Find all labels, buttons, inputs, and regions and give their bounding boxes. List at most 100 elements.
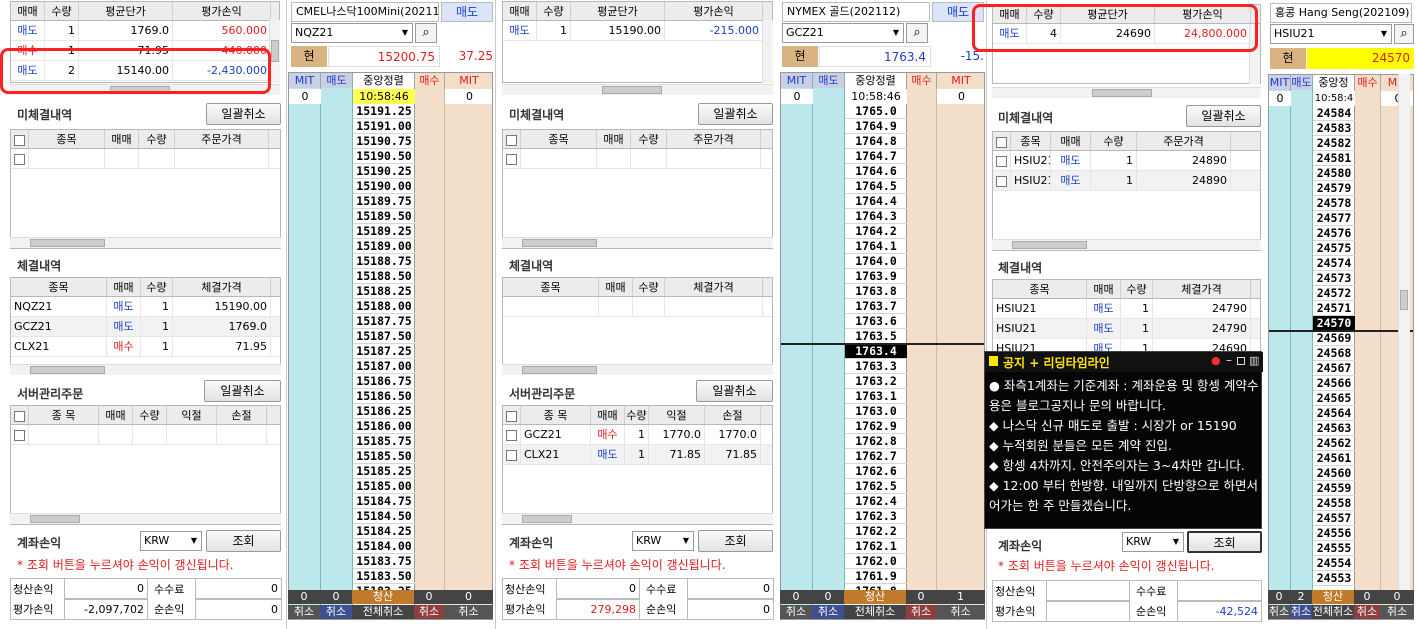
fills-hscrollbar[interactable] xyxy=(10,364,281,375)
select-all-checkbox[interactable] xyxy=(11,406,29,424)
price-level[interactable]: 1763.1 xyxy=(845,389,907,404)
price-level[interactable]: 24562 xyxy=(1313,436,1355,451)
price-level[interactable]: 24584 xyxy=(1313,106,1355,121)
price-level[interactable]: 15188.00 xyxy=(353,299,415,314)
price-level[interactable]: 15186.50 xyxy=(353,389,415,404)
price-level[interactable]: 15188.50 xyxy=(353,269,415,284)
price-level[interactable]: 24558 xyxy=(1313,496,1355,511)
price-level[interactable]: 15186.75 xyxy=(353,374,415,389)
price-level[interactable]: 15185.75 xyxy=(353,434,415,449)
price-level[interactable]: 1763.2 xyxy=(845,374,907,389)
price-level[interactable]: 15189.50 xyxy=(353,209,415,224)
select-all-checkbox[interactable] xyxy=(11,130,29,148)
cancel-button[interactable]: 취소 xyxy=(1380,605,1414,619)
currency-select[interactable]: KRW ▼ xyxy=(632,531,694,551)
price-level[interactable]: 1761.9 xyxy=(845,569,907,584)
price-level[interactable]: 15185.50 xyxy=(353,449,415,464)
fills-hscrollbar[interactable] xyxy=(502,364,773,375)
price-level[interactable]: 15187.00 xyxy=(353,359,415,374)
header-center[interactable]: 중앙정 xyxy=(1313,75,1355,90)
cancel-button[interactable]: 취소 xyxy=(1290,605,1312,619)
price-level[interactable]: 15183.75 xyxy=(353,554,415,569)
row-checkbox[interactable] xyxy=(503,149,521,168)
sell-tab[interactable]: 매도 xyxy=(441,2,493,22)
price-level[interactable]: 1762.0 xyxy=(845,554,907,569)
cancel-all-button[interactable]: 일괄취소 xyxy=(206,103,281,125)
select-all-checkbox[interactable] xyxy=(993,132,1011,150)
mic-icon[interactable]: ● xyxy=(1211,354,1221,367)
symbol-select[interactable]: NQZ21 ▼ xyxy=(291,23,413,43)
price-level[interactable]: 15185.00 xyxy=(353,479,415,494)
cancel-all-orders-button[interactable]: 전체취소 xyxy=(844,605,906,619)
price-level[interactable]: 24559 xyxy=(1313,481,1355,496)
price-level[interactable]: 15184.75 xyxy=(353,494,415,509)
trash-icon[interactable]: ▥ xyxy=(1249,354,1259,367)
price-level[interactable]: 15184.50 xyxy=(353,509,415,524)
row-checkbox[interactable] xyxy=(503,425,521,444)
cancel-button[interactable]: 취소 xyxy=(812,605,844,619)
price-level[interactable]: 15186.25 xyxy=(353,404,415,419)
price-level[interactable]: 15188.25 xyxy=(353,284,415,299)
price-level[interactable]: 15186.00 xyxy=(353,419,415,434)
price-level[interactable]: 24566 xyxy=(1313,376,1355,391)
liquidate-button[interactable]: 청산 xyxy=(1312,590,1354,604)
select-all-checkbox[interactable] xyxy=(503,406,521,424)
price-level[interactable]: 24555 xyxy=(1313,541,1355,556)
price-level[interactable]: 1762.5 xyxy=(845,479,907,494)
search-icon[interactable]: ⌕ xyxy=(415,23,437,43)
price-level[interactable]: 24582 xyxy=(1313,136,1355,151)
notice-title-bar[interactable]: 공지 + 리딩타임라인 ● – ▥ xyxy=(985,352,1263,372)
cancel-button[interactable]: 취소 xyxy=(444,605,493,619)
fill-row[interactable]: GCZ21 매도 1 1769.0 xyxy=(11,317,280,337)
price-level[interactable]: 24570 xyxy=(1313,316,1355,331)
server-orders-hscrollbar[interactable] xyxy=(502,513,773,524)
cancel-all-button[interactable]: 일괄취소 xyxy=(696,380,773,402)
price-level[interactable]: 1763.5 xyxy=(845,329,907,344)
price-level[interactable]: 24557 xyxy=(1313,511,1355,526)
price-level[interactable]: 15189.00 xyxy=(353,239,415,254)
cancel-button[interactable]: 취소 xyxy=(906,605,936,619)
symbol-select[interactable]: GCZ21 ▼ xyxy=(782,23,904,43)
price-level[interactable]: 1762.3 xyxy=(845,509,907,524)
price-level[interactable]: 1762.2 xyxy=(845,524,907,539)
fill-row[interactable]: HSIU21 매도 1 24790 xyxy=(993,319,1260,339)
position-row[interactable]: 매도 1 15190.00 -215.000 xyxy=(503,21,772,41)
query-button[interactable]: 조회 xyxy=(1187,531,1262,553)
price-level[interactable]: 1762.6 xyxy=(845,464,907,479)
price-level[interactable]: 15190.00 xyxy=(353,179,415,194)
price-level[interactable]: 24565 xyxy=(1313,391,1355,406)
notice-popup[interactable]: 공지 + 리딩타임라인 ● – ▥ ● 좌측1계좌는 기준계좌 : 계좌운용 및… xyxy=(984,351,1263,529)
row-checkbox[interactable] xyxy=(993,171,1011,190)
header-center[interactable]: 중앙정렬 xyxy=(353,73,415,88)
price-level[interactable]: 1763.7 xyxy=(845,299,907,314)
price-level[interactable]: 1763.9 xyxy=(845,269,907,284)
price-level[interactable]: 24580 xyxy=(1313,166,1355,181)
price-level[interactable]: 24573 xyxy=(1313,271,1355,286)
price-level[interactable]: 1764.3 xyxy=(845,209,907,224)
price-level[interactable]: 24579 xyxy=(1313,181,1355,196)
price-level[interactable]: 1763.3 xyxy=(845,359,907,374)
currency-select[interactable]: KRW ▼ xyxy=(140,531,202,551)
fill-row[interactable]: CLX21 매수 1 71.95 xyxy=(11,337,280,357)
price-level[interactable]: 24560 xyxy=(1313,466,1355,481)
cancel-button[interactable]: 취소 xyxy=(936,605,985,619)
price-level[interactable]: 15188.75 xyxy=(353,254,415,269)
liquidate-button[interactable]: 청산 xyxy=(352,590,414,604)
price-level[interactable]: 24577 xyxy=(1313,211,1355,226)
row-checkbox[interactable] xyxy=(11,149,29,168)
search-icon[interactable]: ⌕ xyxy=(1394,24,1414,44)
price-level[interactable]: 1764.1 xyxy=(845,239,907,254)
liquidate-button[interactable]: 청산 xyxy=(844,590,906,604)
price-level[interactable]: 1762.1 xyxy=(845,539,907,554)
price-level[interactable]: 15190.25 xyxy=(353,164,415,179)
price-level[interactable]: 24578 xyxy=(1313,196,1355,211)
price-level[interactable]: 1764.8 xyxy=(845,134,907,149)
positions-hscrollbar[interactable] xyxy=(992,87,1261,98)
price-level[interactable]: 24575 xyxy=(1313,241,1355,256)
price-level[interactable]: 1764.5 xyxy=(845,179,907,194)
price-level[interactable]: 15190.50 xyxy=(353,149,415,164)
price-level[interactable]: 1762.4 xyxy=(845,494,907,509)
price-level[interactable]: 1765.0 xyxy=(845,104,907,119)
currency-select[interactable]: KRW ▼ xyxy=(1122,532,1184,552)
cancel-button[interactable]: 취소 xyxy=(780,605,812,619)
